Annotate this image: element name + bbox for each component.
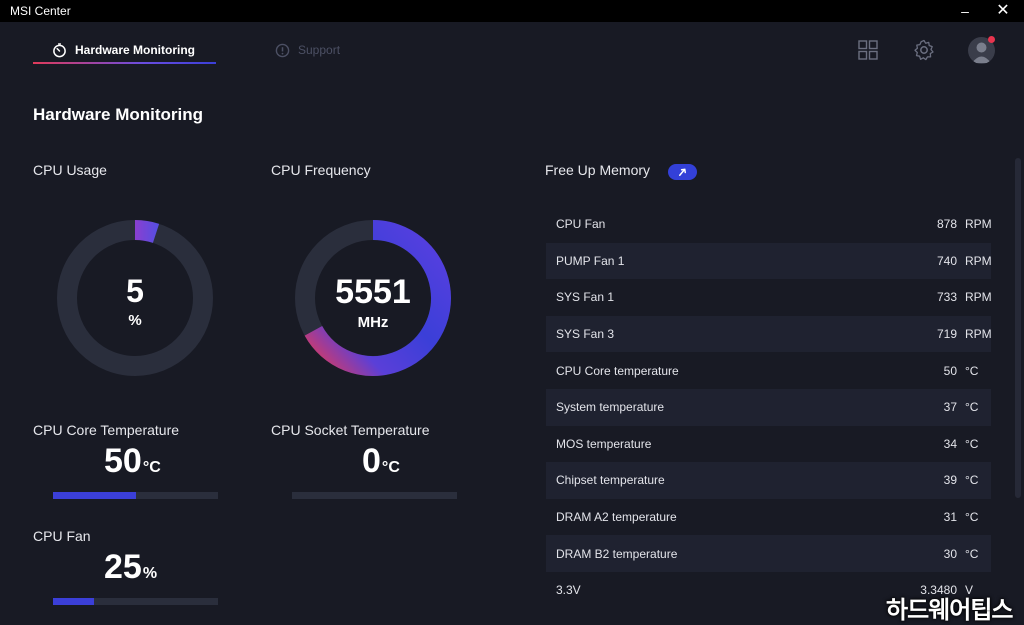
table-row: CPU Fan 878 RPM	[546, 206, 992, 243]
table-row: DRAM A2 temperature 31 °C	[546, 499, 991, 536]
cpu-core-temperature-label: CPU Core Temperature	[33, 422, 180, 438]
cpu-frequency-value: 5551	[335, 273, 411, 311]
table-row: SYS Fan 1 733 RPM	[546, 279, 992, 316]
tab-support[interactable]: Support	[275, 36, 340, 64]
sensor-unit: °C	[965, 363, 979, 378]
cpu-core-temperature-unit: °C	[142, 459, 161, 476]
sensor-name: Chipset temperature	[556, 473, 665, 488]
cpu-core-temperature-bar	[53, 492, 218, 499]
support-icon	[275, 43, 290, 57]
cpu-frequency-label: CPU Frequency	[271, 162, 371, 178]
sensor-name: MOS temperature	[556, 436, 652, 451]
cpu-usage-value: 5	[126, 273, 144, 309]
cpu-fan-readout: 25%	[104, 548, 157, 587]
cpu-fan-bar	[53, 598, 218, 605]
minimize-button[interactable]: –	[950, 1, 980, 21]
sensor-name: 3.3V	[556, 583, 581, 598]
cpu-socket-temperature-value: 0	[362, 442, 381, 480]
page-title: Hardware Monitoring	[33, 105, 204, 124]
sensor-unit: °C	[965, 400, 979, 415]
cpu-usage-readout: 5 %	[55, 273, 215, 329]
sensor-value: 30	[943, 546, 957, 561]
cpu-fan-unit: %	[142, 565, 158, 582]
cpu-socket-temperature-label: CPU Socket Temperature	[271, 422, 430, 438]
table-row: Chipset temperature 39 °C	[546, 462, 991, 499]
cpu-fan-label: CPU Fan	[33, 528, 91, 544]
window-title: MSI Center	[10, 4, 71, 18]
sensor-unit: RPM	[965, 327, 992, 342]
bar-fill	[53, 598, 95, 605]
sensor-name: SYS Fan 3	[556, 327, 615, 342]
sensor-unit: °C	[965, 510, 979, 525]
cpu-socket-temperature-readout: 0°C	[362, 442, 400, 481]
sensor-name: DRAM B2 temperature	[556, 546, 678, 561]
sensor-value: 719	[936, 327, 957, 342]
sensor-unit: °C	[965, 473, 979, 488]
gear-icon[interactable]	[912, 38, 936, 62]
timer-icon	[53, 42, 66, 57]
sensor-unit: RPM	[965, 217, 992, 232]
sensor-table: CPU Fan 878 RPM PUMP Fan 1 740 RPM SYS Fan 1 73…	[546, 206, 992, 609]
sensor-name: CPU Core temperature	[556, 363, 679, 378]
sensor-unit: °C	[965, 546, 979, 561]
sensor-name: PUMP Fan 1	[556, 253, 625, 268]
sensor-value: 31	[943, 510, 957, 525]
cpu-usage-unit: %	[128, 312, 142, 329]
tab-label: Hardware Monitoring	[75, 43, 196, 57]
sensor-value: 733	[936, 290, 957, 305]
free-up-memory-label: Free Up Memory	[545, 162, 651, 178]
sensor-name: System temperature	[556, 400, 665, 415]
sensor-unit: °C	[965, 436, 979, 451]
table-row: SYS Fan 3 719 RPM	[546, 315, 992, 353]
watermark: 하드웨어팁스	[886, 597, 1013, 624]
sensor-value: 39	[943, 473, 957, 488]
tab-hardware-monitoring[interactable]: Hardware Monitoring	[52, 36, 195, 64]
bar-fill	[53, 492, 136, 499]
gauge-arc	[134, 220, 160, 243]
table-row: DRAM B2 temperature 30 °C	[546, 535, 991, 572]
cpu-frequency-unit: MHz	[357, 314, 389, 331]
table-row: CPU Core temperature 50 °C	[546, 352, 991, 389]
sensor-unit: RPM	[965, 290, 992, 305]
cpu-frequency-readout: 5551 MHz	[293, 273, 453, 331]
cpu-core-temperature-readout: 50°C	[104, 442, 161, 481]
cpu-fan-value: 25	[104, 548, 142, 586]
cpu-socket-temperature-bar	[292, 492, 457, 499]
sensor-name: DRAM A2 temperature	[556, 510, 677, 525]
table-row: System temperature 37 °C	[546, 388, 991, 426]
cpu-socket-temperature-unit: °C	[381, 459, 400, 476]
grid-icon[interactable]	[856, 38, 880, 62]
tab-label: Support	[298, 43, 341, 57]
table-row: MOS temperature 34 °C	[546, 426, 991, 463]
close-button[interactable]: ✕	[988, 1, 1018, 21]
rocket-icon	[679, 168, 686, 176]
sensor-unit: RPM	[965, 253, 992, 268]
title-bar: MSI Center – ✕	[0, 0, 1024, 22]
cpu-usage-label: CPU Usage	[33, 162, 107, 178]
sensor-value: 740	[936, 253, 957, 268]
sensor-value: 878	[936, 217, 957, 232]
table-row: PUMP Fan 1 740 RPM	[546, 242, 992, 280]
sensor-value: 50	[943, 363, 957, 378]
sensor-value: 34	[943, 436, 957, 451]
sensor-name: CPU Fan	[556, 217, 606, 232]
sensor-name: SYS Fan 1	[556, 290, 615, 305]
active-tab-indicator	[33, 62, 216, 64]
cpu-core-temperature-value: 50	[104, 442, 142, 480]
notification-badge	[988, 36, 995, 43]
free-up-memory-button[interactable]	[668, 164, 697, 180]
sensor-value: 37	[943, 400, 957, 415]
scrollbar[interactable]	[1015, 158, 1021, 498]
